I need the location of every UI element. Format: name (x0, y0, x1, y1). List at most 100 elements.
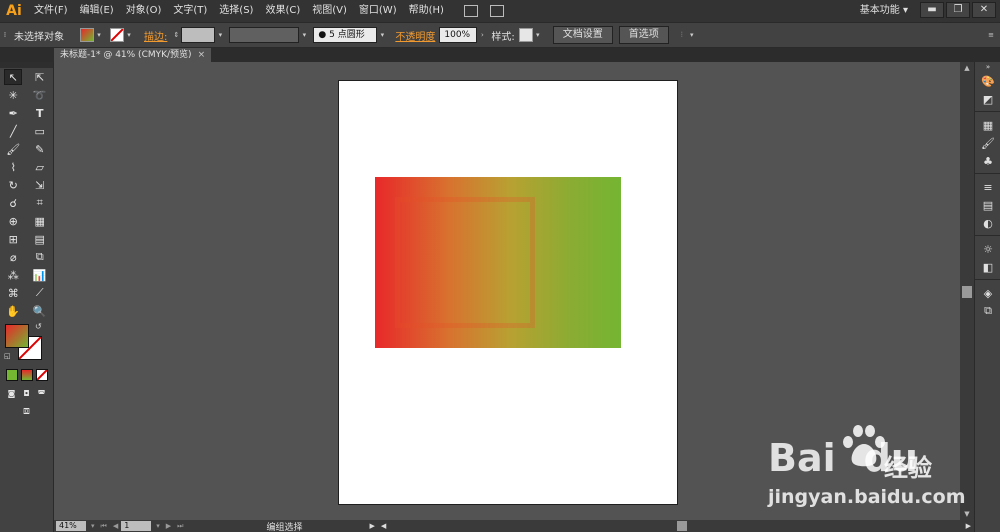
shape-builder-icon[interactable]: ⊕ (4, 213, 22, 229)
graphic-styles-icon[interactable]: ◧ (975, 258, 1000, 276)
scroll-right-icon[interactable]: ▶ (966, 522, 971, 530)
variable-width-field[interactable] (229, 27, 300, 43)
chevron-down-icon[interactable]: ▾ (687, 28, 697, 42)
hand-tool-icon[interactable]: ✋ (4, 303, 22, 319)
swatches-icon[interactable]: ▦ (975, 116, 1000, 134)
close-icon[interactable]: × (198, 50, 206, 60)
grip-icon[interactable]: ⁞ (0, 28, 10, 42)
menu-help[interactable]: 帮助(H) (403, 0, 450, 22)
stepper-icon[interactable]: ⇕ (171, 28, 181, 42)
last-artboard-icon[interactable]: ⏭ (177, 522, 183, 531)
fill-color-swatch[interactable] (5, 324, 29, 348)
minimize-button[interactable]: ▬ (920, 2, 944, 18)
menu-window[interactable]: 窗口(W) (353, 0, 403, 22)
warp-tool-icon[interactable]: ☌ (4, 195, 22, 211)
artboards-icon[interactable]: ⧉ (975, 302, 1000, 320)
horizontal-scroll-thumb[interactable] (677, 521, 688, 531)
menu-view[interactable]: 视图(V) (306, 0, 353, 22)
preferences-button[interactable]: 首选项 (618, 26, 669, 44)
color-panel-icon[interactable]: 🎨 (975, 72, 1000, 90)
lasso-icon[interactable]: ➰ (31, 87, 49, 103)
screen-mode-icon[interactable]: ⧈ (18, 403, 36, 419)
symbols-icon[interactable]: ♣ (975, 152, 1000, 170)
swap-fill-stroke-icon[interactable]: ↺ (35, 322, 42, 331)
status-menu-icon[interactable]: ▶ (369, 522, 374, 530)
panel-menu-icon[interactable]: ≡ (986, 28, 996, 42)
pencil-icon[interactable]: ✎ (31, 141, 49, 157)
chevron-right-icon[interactable]: › (477, 28, 487, 42)
gradient-tool-icon[interactable]: ▤ (31, 231, 49, 247)
stroke-weight-field[interactable] (181, 27, 216, 43)
eraser-icon[interactable]: ▱ (31, 159, 49, 175)
brush-select[interactable]: ● 5 点圆形 (313, 27, 378, 43)
stroke-label[interactable]: 描边: (140, 28, 171, 43)
selection-tool-icon[interactable]: ↖ (4, 69, 23, 85)
direct-selection-tool-icon[interactable]: ⇱ (31, 69, 49, 85)
chevron-down-icon[interactable]: ▾ (215, 28, 225, 42)
previous-artboard-icon[interactable]: ◀ (113, 522, 118, 530)
arrange-documents-icon[interactable] (489, 5, 504, 17)
stroke-swatch[interactable] (110, 28, 124, 42)
rotate-tool-icon[interactable]: ↻ (4, 177, 22, 193)
brushes-icon[interactable]: 🖌 (975, 134, 1000, 152)
eyedropper-icon[interactable]: ⌀ (4, 249, 22, 265)
artboard-tool-icon[interactable]: ⌘ (4, 285, 22, 301)
draw-behind-icon[interactable]: ◘ (20, 385, 33, 401)
horizontal-scrollbar[interactable] (389, 521, 962, 531)
symbol-sprayer-icon[interactable]: ⁂ (4, 267, 22, 283)
column-graph-icon[interactable]: 📊 (31, 267, 49, 283)
menu-object[interactable]: 对象(O) (120, 0, 168, 22)
opacity-field[interactable]: 100% (439, 27, 478, 43)
appearance-icon[interactable]: ☼ (975, 240, 1000, 258)
chevron-down-icon[interactable]: ▾ (533, 28, 543, 42)
artboard[interactable] (338, 80, 678, 505)
next-artboard-icon[interactable]: ▶ (166, 522, 171, 530)
opacity-label[interactable]: 不透明度 (391, 28, 439, 43)
gradient-mode-icon[interactable] (21, 369, 33, 381)
none-mode-icon[interactable] (36, 369, 48, 381)
fill-swatch[interactable] (80, 28, 94, 42)
blend-tool-icon[interactable]: ⧉ (31, 249, 49, 265)
color-guide-icon[interactable]: ◩ (975, 90, 1000, 108)
rectangle-tool-icon[interactable]: ▭ (31, 123, 49, 139)
scale-tool-icon[interactable]: ⇲ (31, 177, 49, 193)
chevron-down-icon[interactable]: ▾ (299, 28, 309, 42)
mesh-tool-icon[interactable]: ⊞ (4, 231, 22, 247)
menu-type[interactable]: 文字(T) (167, 0, 213, 22)
inner-rectangle-outline[interactable] (395, 197, 535, 328)
zoom-tool-icon[interactable]: 🔍 (31, 303, 49, 319)
chevron-down-icon[interactable]: ▾ (91, 522, 95, 530)
free-transform-icon[interactable]: ⌗ (31, 195, 49, 211)
align-icon[interactable]: ⫶ (677, 28, 687, 42)
graphic-style-swatch[interactable] (518, 28, 533, 42)
menu-edit[interactable]: 编辑(E) (74, 0, 120, 22)
scroll-left-icon[interactable]: ◀ (381, 522, 386, 530)
magic-wand-icon[interactable]: ✳ (4, 87, 22, 103)
paintbrush-icon[interactable]: 🖌 (4, 141, 22, 157)
draw-normal-icon[interactable]: ◙ (5, 385, 18, 401)
chevron-down-icon[interactable]: ▾ (156, 522, 160, 530)
color-mode-icon[interactable] (6, 369, 18, 381)
artboard-number-field[interactable]: 1 (121, 521, 152, 531)
perspective-grid-icon[interactable]: ▦ (31, 213, 49, 229)
gradient-rectangle[interactable] (375, 177, 621, 348)
pen-tool-icon[interactable]: ✒ (4, 105, 22, 121)
transparency-icon[interactable]: ◐ (975, 214, 1000, 232)
first-artboard-icon[interactable]: ⏮ (101, 522, 107, 531)
menu-select[interactable]: 选择(S) (213, 0, 259, 22)
blob-brush-icon[interactable]: ⌇ (4, 159, 22, 175)
chevron-down-icon[interactable]: ▾ (94, 28, 104, 42)
line-tool-icon[interactable]: ╱ (4, 123, 22, 139)
slice-tool-icon[interactable]: ⟋ (31, 285, 49, 301)
close-button[interactable]: ✕ (972, 2, 996, 18)
type-tool-icon[interactable]: T (31, 105, 49, 121)
document-tab[interactable]: 未标题-1* @ 41% (CMYK/预览) × (54, 48, 212, 62)
gradient-panel-icon[interactable]: ▤ (975, 196, 1000, 214)
default-colors-icon[interactable]: ◱ (4, 352, 11, 360)
bridge-icon[interactable] (463, 5, 478, 17)
draw-inside-icon[interactable]: ◚ (35, 385, 48, 401)
chevron-down-icon[interactable]: ▾ (377, 28, 387, 42)
scroll-up-icon[interactable]: ▲ (960, 62, 974, 74)
menu-file[interactable]: 文件(F) (28, 0, 74, 22)
vertical-scroll-thumb[interactable] (962, 286, 972, 298)
